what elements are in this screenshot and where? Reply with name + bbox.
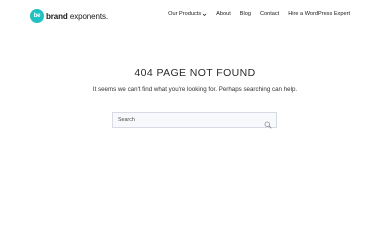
nav-item-contact[interactable]: Contact	[260, 11, 279, 17]
chevron-down-icon	[202, 12, 207, 17]
nav-item-label: About	[216, 11, 231, 17]
nav-item-label: Our Products	[168, 11, 202, 17]
brand-logo[interactable]: be brand exponents.	[30, 8, 108, 24]
logo-rest: exponents.	[67, 11, 108, 21]
search-form	[112, 112, 277, 129]
nav-item-hire-expert[interactable]: Hire a WordPress Expert	[288, 11, 350, 17]
not-found-message: It seems we can't find what you're looki…	[92, 86, 298, 93]
nav-item-blog[interactable]: Blog	[240, 11, 251, 17]
nav-item-label: Hire a WordPress Expert	[288, 11, 350, 17]
logo-brand: brand	[46, 11, 68, 21]
nav-item-our-products[interactable]: Our Products	[168, 11, 207, 17]
search-icon[interactable]	[264, 116, 272, 129]
page-title: 404 PAGE NOT FOUND	[134, 67, 256, 79]
nav-item-about[interactable]: About	[216, 11, 231, 17]
search-input[interactable]	[113, 113, 263, 127]
logo-wordmark: brand exponents.	[46, 12, 108, 21]
nav-item-label: Blog	[239, 11, 251, 17]
nav-item-label: Contact	[259, 11, 280, 17]
logo-badge: be	[30, 9, 44, 23]
main-nav: Our Products About Blog Contact Hire a W…	[168, 11, 350, 17]
site-header: be brand exponents. Our Products About B…	[0, 0, 390, 32]
